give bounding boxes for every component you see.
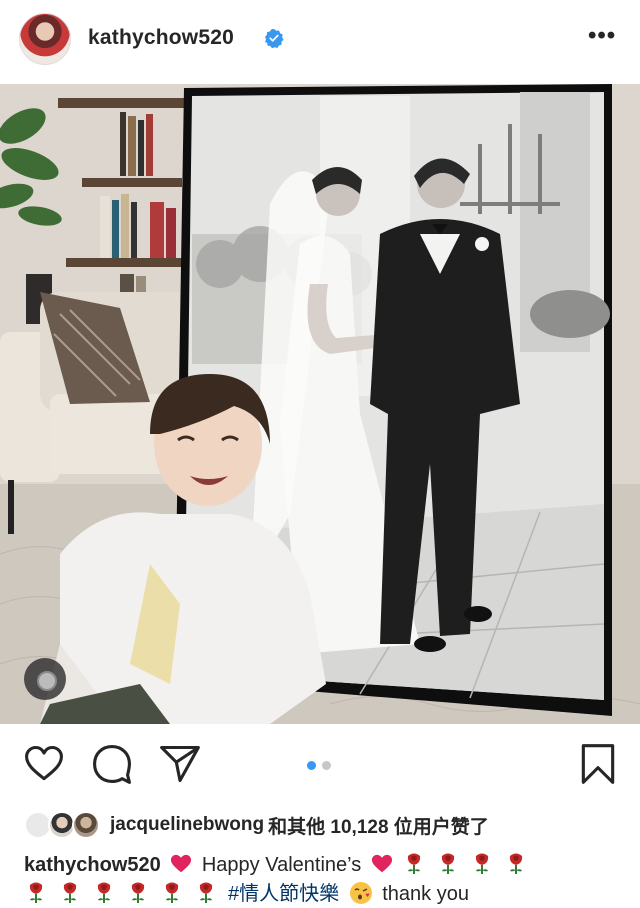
liker-avatar bbox=[72, 811, 100, 839]
carousel-dot bbox=[322, 761, 331, 770]
caption-text-end: thank you bbox=[382, 883, 469, 905]
caption-hashtag[interactable]: #情人節快樂 bbox=[228, 883, 339, 905]
more-options-button[interactable]: ••• bbox=[588, 22, 616, 50]
rose-emoji bbox=[131, 882, 145, 903]
heart-outline-icon[interactable] bbox=[22, 742, 66, 786]
rose-emoji bbox=[510, 853, 523, 874]
liker-avatars bbox=[24, 811, 102, 839]
carousel-indicator-icon[interactable] bbox=[24, 658, 66, 700]
red-heart-emoji bbox=[371, 854, 392, 873]
post-image[interactable] bbox=[0, 84, 640, 724]
carousel-dot-active bbox=[307, 761, 316, 770]
rose-emoji bbox=[165, 882, 179, 903]
profile-avatar[interactable] bbox=[19, 13, 71, 65]
likes-first-liker[interactable]: jacquelinebwong bbox=[110, 814, 264, 836]
red-heart-emoji bbox=[171, 854, 192, 873]
likes-count-text[interactable]: 和其他 10,128 位用户赞了 bbox=[268, 812, 489, 839]
post-header: kathychow520 ••• bbox=[0, 0, 640, 84]
rose-emoji bbox=[29, 882, 43, 903]
likes-row[interactable]: jacquelinebwong 和其他 10,128 位用户赞了 bbox=[24, 811, 489, 839]
rose-emoji bbox=[442, 853, 455, 874]
rose-emoji bbox=[408, 853, 421, 874]
kiss-emoji bbox=[349, 882, 372, 904]
rose-emoji bbox=[97, 882, 111, 903]
post-username[interactable]: kathychow520 bbox=[88, 26, 234, 50]
rose-emoji bbox=[63, 882, 77, 903]
rose-emoji bbox=[199, 882, 213, 903]
rose-emoji bbox=[476, 853, 489, 874]
carousel-dots bbox=[307, 761, 331, 770]
caption-text-part1: Happy Valentine’s bbox=[201, 854, 362, 876]
rose-emoji-group bbox=[24, 882, 228, 905]
caption-username[interactable]: kathychow520 bbox=[24, 854, 161, 876]
bookmark-icon[interactable] bbox=[576, 742, 620, 786]
post-photo-illustration bbox=[0, 84, 640, 724]
verified-badge-icon bbox=[265, 29, 284, 48]
post-caption: kathychow520 Happy Valentine’s #情人節快樂 th… bbox=[24, 851, 624, 908]
paper-plane-icon[interactable] bbox=[158, 742, 202, 786]
comment-bubble-icon[interactable] bbox=[90, 742, 134, 786]
rose-emoji-group bbox=[402, 853, 538, 876]
